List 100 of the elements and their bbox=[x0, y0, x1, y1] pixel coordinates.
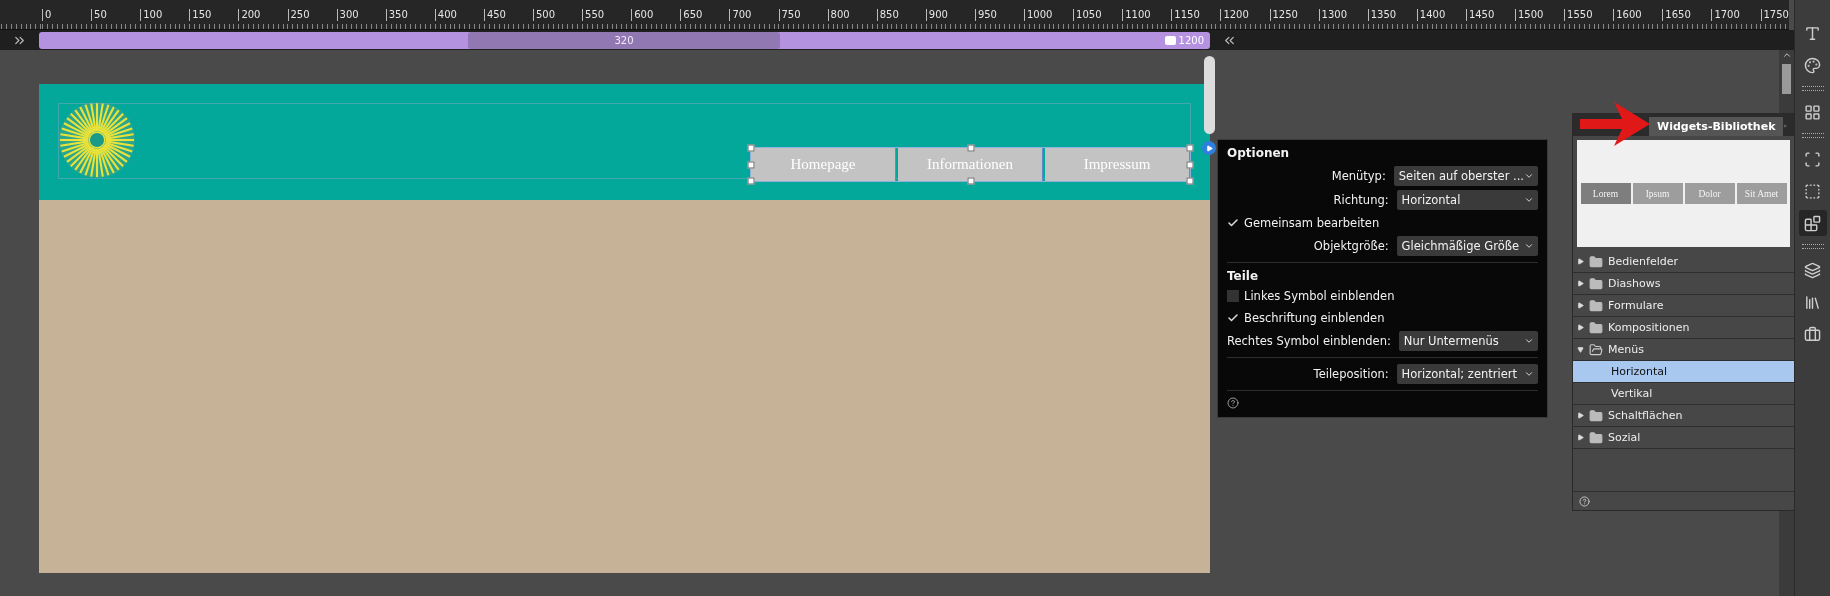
dropdown[interactable]: Seiten auf oberster ... bbox=[1393, 166, 1538, 186]
field-label: Rechtes Symbol einblenden: bbox=[1227, 334, 1392, 348]
breakpoint-label: 1200 bbox=[1178, 34, 1204, 46]
selection-handle[interactable] bbox=[1186, 144, 1194, 152]
ruler-label: 250 bbox=[287, 9, 310, 21]
ruler-label: 900 bbox=[925, 9, 948, 21]
check-icon bbox=[1227, 217, 1239, 229]
ruler-label: 1500 bbox=[1515, 9, 1544, 21]
widgets-icon[interactable] bbox=[1798, 210, 1827, 236]
resize-handle[interactable] bbox=[1204, 56, 1215, 134]
library-item[interactable]: Sozial bbox=[1573, 427, 1794, 449]
dropdown[interactable]: Gleichmäßige Größe bbox=[1396, 236, 1538, 256]
folder-icon bbox=[1589, 320, 1603, 335]
field-label: Objektgröße: bbox=[1312, 239, 1390, 253]
ruler-label: 1050 bbox=[1073, 9, 1102, 21]
library-item[interactable]: Formulare bbox=[1573, 295, 1794, 317]
expanded-arrow-icon[interactable] bbox=[1577, 346, 1584, 353]
ruler-label: 1450 bbox=[1465, 9, 1495, 21]
selection-handle[interactable] bbox=[967, 177, 974, 185]
ruler-label: 500 bbox=[533, 9, 556, 21]
panel-title: Optionen bbox=[1227, 146, 1291, 160]
ruler-label: 150 bbox=[189, 9, 212, 21]
ruler-label: 1250 bbox=[1269, 9, 1298, 21]
help-icon[interactable] bbox=[1227, 397, 1239, 409]
selection-handle[interactable] bbox=[747, 144, 755, 152]
collapsed-arrow-icon[interactable] bbox=[1577, 258, 1584, 265]
library-item[interactable]: Kompositionen bbox=[1573, 317, 1794, 339]
ruler-label: 950 bbox=[974, 9, 997, 21]
help-icon[interactable] bbox=[1579, 495, 1590, 507]
ruler-label: 1350 bbox=[1367, 9, 1397, 21]
field-label: Teileposition: bbox=[1312, 367, 1390, 381]
library-item[interactable]: Diashows bbox=[1573, 273, 1794, 295]
ruler-label: 1550 bbox=[1564, 9, 1593, 21]
checkbox-label: Gemeinsam bearbeiten bbox=[1244, 216, 1380, 230]
ruler-label: 450 bbox=[483, 9, 506, 21]
selection-handle[interactable] bbox=[747, 161, 755, 168]
scroll-up-icon[interactable] bbox=[1781, 50, 1792, 60]
collapsed-arrow-icon[interactable] bbox=[1577, 302, 1584, 309]
ruler-label: 1100 bbox=[1122, 9, 1151, 21]
dropdown[interactable]: Nur Untermenüs bbox=[1398, 331, 1538, 351]
folder-icon bbox=[1589, 430, 1603, 445]
ruler-label: 800 bbox=[827, 9, 850, 21]
collapsed-arrow-icon[interactable] bbox=[1577, 324, 1584, 331]
open-folder-icon bbox=[1589, 342, 1603, 357]
caret-icon bbox=[1524, 336, 1534, 346]
caret-icon bbox=[1524, 241, 1534, 251]
ruler-label: 1700 bbox=[1711, 9, 1740, 21]
caret-icon bbox=[1524, 369, 1534, 379]
ruler-label: 400 bbox=[434, 9, 457, 21]
panel-tab[interactable]: Widgets-Bibliothek bbox=[1649, 117, 1784, 136]
collapsed-arrow-icon[interactable] bbox=[1577, 412, 1584, 419]
ruler-label: 0 bbox=[42, 9, 52, 21]
ruler-label: 1400 bbox=[1416, 9, 1446, 21]
selection-handle[interactable] bbox=[1186, 177, 1194, 185]
ruler-label: 1600 bbox=[1613, 9, 1642, 21]
ruler-label: 1000 bbox=[1024, 9, 1053, 21]
checkbox[interactable] bbox=[1227, 217, 1239, 229]
ruler-label: 550 bbox=[582, 9, 605, 21]
ruler-label: 350 bbox=[385, 9, 408, 21]
ruler-label: 1650 bbox=[1662, 9, 1691, 21]
caret-icon bbox=[1524, 171, 1534, 181]
ruler-label: 1300 bbox=[1318, 9, 1348, 21]
breakpoint-handle[interactable] bbox=[1164, 35, 1176, 45]
library-item[interactable]: Horizontal bbox=[1573, 361, 1794, 383]
checkbox[interactable] bbox=[1227, 312, 1239, 324]
collapsed-arrow-icon[interactable] bbox=[1577, 280, 1584, 287]
ruler-label: 750 bbox=[778, 9, 801, 21]
ruler-label: 600 bbox=[631, 9, 654, 21]
dropdown[interactable]: Horizontal bbox=[1396, 190, 1538, 210]
ruler-label: 650 bbox=[680, 9, 703, 21]
checkbox[interactable] bbox=[1227, 290, 1239, 302]
folder-icon bbox=[1589, 276, 1603, 291]
folder-icon bbox=[1589, 298, 1603, 313]
folder-icon bbox=[1589, 408, 1603, 423]
library-item[interactable]: Bedienfelder bbox=[1573, 251, 1794, 273]
library-item[interactable]: Vertikal bbox=[1573, 383, 1794, 405]
ruler-label: 1200 bbox=[1220, 9, 1249, 21]
ruler-label: 100 bbox=[140, 9, 163, 21]
ruler-label: 700 bbox=[729, 9, 752, 21]
ruler-label: 1750 bbox=[1760, 9, 1789, 21]
check-icon bbox=[1227, 312, 1239, 324]
library-item[interactable]: Schaltflächen bbox=[1573, 405, 1794, 427]
ruler-label: 200 bbox=[238, 9, 261, 21]
ruler-label: 50 bbox=[91, 9, 107, 21]
field-label: Menütyp: bbox=[1330, 169, 1387, 183]
checkbox-label: Beschriftung einblenden bbox=[1244, 311, 1385, 325]
field-label: Richtung: bbox=[1332, 193, 1390, 207]
ruler-label: 850 bbox=[876, 9, 899, 21]
collapsed-arrow-icon[interactable] bbox=[1577, 434, 1584, 441]
scroll-thumb[interactable] bbox=[1782, 64, 1791, 94]
selection-handle[interactable] bbox=[747, 177, 755, 185]
ruler-label: 1150 bbox=[1171, 9, 1200, 21]
caret-icon bbox=[1524, 195, 1534, 205]
selection-handle[interactable] bbox=[1186, 161, 1194, 168]
section-heading: Teile bbox=[1227, 269, 1260, 283]
ruler-label: 300 bbox=[336, 9, 359, 21]
folder-icon bbox=[1589, 254, 1603, 269]
dropdown[interactable]: Horizontal; zentriert bbox=[1396, 364, 1538, 384]
selection-handle[interactable] bbox=[967, 144, 974, 152]
checkbox-label: Linkes Symbol einblenden bbox=[1244, 289, 1395, 303]
